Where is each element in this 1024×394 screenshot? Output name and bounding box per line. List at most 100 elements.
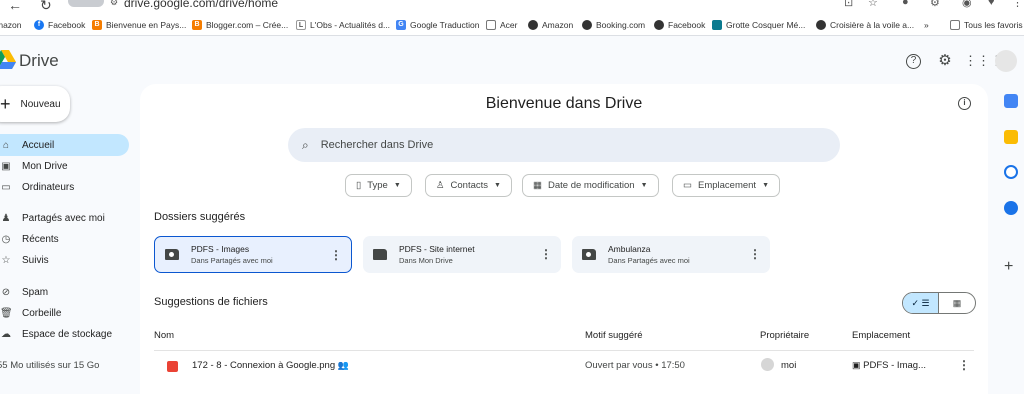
help-icon[interactable]: ? (906, 54, 921, 69)
bookmark-item[interactable]: Croisière à la voile a... (816, 19, 914, 31)
computer-icon: ▭ (1, 181, 11, 193)
shared-folder-icon (165, 249, 179, 260)
list-view-icon[interactable]: ✓ ☰ (903, 293, 940, 313)
tasks-icon[interactable] (1004, 165, 1018, 179)
calendar-icon: ▦ (533, 180, 542, 191)
more-bookmarks-icon[interactable]: » (924, 19, 929, 31)
sidebar-item-suivis[interactable]: ☆ Suivis (0, 249, 129, 271)
sidebar-item-recents[interactable]: ◷ Récents (0, 228, 129, 250)
back-icon[interactable]: ← (8, 0, 22, 13)
bookmark-item[interactable]: Facebook (654, 19, 705, 31)
view-toggle[interactable]: ✓ ☰ ▦ (902, 292, 976, 314)
sidebar-item-mon-drive[interactable]: ▣ Mon Drive (0, 155, 129, 177)
more-options-icon[interactable]: ⋮ (958, 358, 970, 372)
filter-location-chip[interactable]: ▭ Emplacement ▼ (672, 174, 781, 197)
sidebar-item-ordinateurs[interactable]: ▭ Ordinateurs (0, 176, 129, 198)
trash-icon: 🗑 (0, 307, 13, 319)
file-name[interactable]: 172 - 8 - Connexion à Google.png 👥 (192, 360, 349, 371)
chevron-down-icon: ▼ (762, 182, 770, 189)
column-header-reason: Motif suggéré (585, 330, 643, 341)
bookmark-item[interactable]: L L'Obs - Actualités d... (296, 19, 390, 31)
obs-icon: L (296, 20, 306, 30)
bookmark-item[interactable]: mazon (0, 19, 22, 31)
filter-date-chip[interactable]: ▦ Date de modification ▼ (522, 174, 659, 197)
folder-card[interactable]: Ambulanza Dans Partagés avec moi ⋮ (572, 236, 770, 273)
spam-icon: ⊘ (1, 286, 11, 298)
url-text[interactable]: drive.google.com/drive/home (124, 0, 278, 10)
bookmark-item[interactable]: G Google Traduction (396, 19, 479, 31)
folder-icon (950, 20, 960, 30)
keep-icon[interactable] (1004, 130, 1018, 144)
search-icon: ⌕ (302, 137, 309, 152)
suggested-folders-title: Dossiers suggérés (154, 211, 246, 223)
file-owner: moi (781, 360, 797, 371)
shield-icon[interactable]: ♥ (988, 0, 995, 8)
bookmark-item[interactable]: B Bienvenue en Pays... (92, 19, 186, 31)
bookmark-item[interactable]: Grotte Cosquer Mé... (712, 19, 805, 31)
app-header (0, 36, 1024, 84)
grotte-icon (712, 20, 722, 30)
column-header-owner: Propriétaire (760, 330, 810, 341)
bookmarks-bar: mazon fFacebook BBienvenue en Pays... BB… (0, 14, 1024, 36)
sidebar-item-spam[interactable]: ⊘ Spam (0, 281, 129, 303)
apps-grid-icon[interactable]: ⋮⋮⋮ (964, 52, 1003, 70)
home-icon: ⌂ (2, 139, 10, 151)
profile-pill[interactable] (68, 0, 104, 7)
image-file-icon (167, 361, 178, 372)
contacts-icon[interactable] (1004, 201, 1018, 215)
column-header-name[interactable]: Nom (154, 330, 174, 341)
doc-icon: ▯ (356, 180, 362, 191)
calendar-icon[interactable] (1004, 94, 1018, 108)
page-title: Bienvenue dans Drive (485, 95, 643, 112)
folder-card[interactable]: PDFS - Site internet Dans Mon Drive ⋮ (363, 236, 561, 273)
more-options-icon[interactable]: ⋮ (540, 247, 552, 261)
bookmark-item[interactable]: Booking.com (582, 19, 645, 31)
folder-card[interactable]: PDFS - Images Dans Partagés avec moi ⋮ (154, 236, 352, 273)
shared-folder-icon: ▣ (852, 360, 861, 370)
info-icon[interactable]: i (958, 97, 971, 110)
filter-contacts-chip[interactable]: ♙ Contacts ▼ (425, 174, 512, 197)
globe-icon (582, 20, 592, 30)
extension-icon[interactable]: ● (902, 0, 909, 8)
blogger-icon: B (92, 20, 102, 30)
reload-icon[interactable]: ↻ (40, 0, 52, 14)
owner-avatar (761, 358, 774, 371)
bookmark-item[interactable]: f Facebook (34, 19, 85, 31)
cast-icon[interactable]: ⊡ (844, 0, 853, 9)
divider (154, 350, 974, 351)
account-avatar[interactable] (995, 50, 1017, 72)
app-title[interactable]: Drive (19, 51, 59, 71)
more-options-icon[interactable]: ⋮ (749, 247, 761, 261)
new-button[interactable]: + Nouveau (0, 86, 70, 122)
plus-icon: + (0, 94, 11, 114)
profile-icon[interactable]: ◉ (962, 0, 972, 9)
sidebar-item-corbeille[interactable]: 🗑 Corbeille (0, 302, 129, 324)
more-options-icon[interactable]: ⋮ (330, 248, 342, 262)
puzzle-icon[interactable]: ⚙ (930, 0, 940, 9)
grid-view-icon[interactable]: ▦ (939, 293, 975, 313)
add-addon-icon[interactable]: + (1004, 258, 1013, 276)
chevron-down-icon: ▼ (494, 182, 501, 189)
file-location[interactable]: ▣ PDFS - Imag... (852, 360, 926, 371)
settings-gear-icon[interactable]: ⚙ (936, 52, 954, 70)
globe-icon (528, 20, 538, 30)
bookmark-star-icon[interactable]: ☆ (868, 0, 878, 9)
clock-icon: ◷ (1, 233, 11, 245)
bookmark-item[interactable]: Amazon (528, 19, 573, 31)
sidebar-item-stockage[interactable]: ☁ Espace de stockage (0, 323, 129, 345)
storage-usage-text: 55 Mo utilisés sur 15 Go (0, 360, 100, 371)
folder-icon (373, 249, 387, 260)
menu-icon[interactable]: ⋮ (1012, 0, 1023, 9)
globe-icon (654, 20, 664, 30)
bookmark-item[interactable]: B Blogger.com – Crée... (192, 19, 288, 31)
folder-icon (486, 20, 496, 30)
search-input[interactable]: ⌕ Rechercher dans Drive (288, 128, 840, 162)
sidebar-item-partages[interactable]: ♟ Partagés avec moi (0, 207, 129, 229)
translate-icon: G (396, 20, 406, 30)
filter-type-chip[interactable]: ▯ Type ▼ (345, 174, 412, 197)
bookmark-item[interactable]: Tous les favoris (950, 19, 1023, 31)
site-info-icon[interactable]: ⚙ (110, 0, 118, 8)
drive-logo-icon[interactable] (0, 50, 16, 70)
sidebar-item-accueil[interactable]: ⌂ Accueil (0, 134, 129, 156)
bookmark-item[interactable]: Acer (486, 19, 517, 31)
